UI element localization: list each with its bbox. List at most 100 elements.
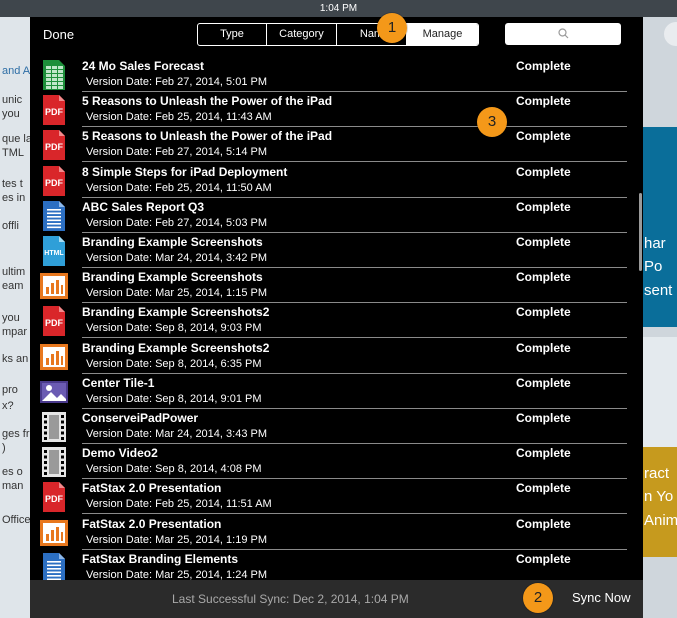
background-right-text: har — [644, 235, 666, 252]
document-version-date: Version Date: Mar 25, 2014, 1:19 PM — [86, 533, 267, 546]
background-left-text: ges fr — [2, 428, 30, 440]
presentation-file-icon — [39, 271, 69, 301]
document-status: Complete — [516, 94, 571, 109]
pdf-file-icon: PDF — [39, 482, 69, 513]
document-row[interactable]: FatStax 2.0 Presentation Version Date: Ma… — [30, 515, 643, 550]
background-left-text: ultim — [2, 266, 26, 278]
document-title: ConserveiPadPower — [82, 411, 199, 425]
document-row[interactable]: Demo Video2 Version Date: Sep 8, 2014, 4:… — [30, 444, 643, 480]
document-status: Complete — [516, 235, 571, 249]
document-row[interactable]: PDF 5 Reasons to Unleash the Power of the… — [30, 127, 643, 163]
background-left-text: eam — [2, 280, 24, 292]
pdf-file-icon: PDF — [39, 165, 69, 196]
search-icon — [557, 28, 568, 39]
background-right-text: sent — [644, 282, 673, 299]
document-version-date: Version Date: Mar 24, 2014, 3:42 PM — [86, 252, 267, 264]
sync-now-button[interactable]: Sync Now — [572, 590, 631, 605]
done-button[interactable]: Done — [43, 27, 74, 42]
document-title: Center Tile-1 — [82, 375, 155, 390]
background-left-text: unic — [2, 94, 23, 106]
video-file-icon — [39, 412, 69, 442]
document-version-date: Version Date: Sep 8, 2014, 9:01 PM — [86, 392, 262, 405]
document-status: Complete — [516, 516, 571, 531]
document-status: Complete — [516, 199, 571, 214]
document-status: Complete — [516, 59, 571, 73]
background-left-text: pro — [2, 384, 18, 396]
doc-file-icon — [39, 552, 69, 583]
document-row[interactable]: ABC Sales Report Q3 Version Date: Feb 27,… — [30, 198, 643, 233]
document-row[interactable]: 24 Mo Sales Forecast Version Date: Feb 27… — [30, 57, 643, 92]
background-right-text: Po — [644, 258, 663, 275]
document-version-date: Version Date: Feb 27, 2014, 5:14 PM — [86, 146, 268, 159]
document-row[interactable]: Center Tile-1 Version Date: Sep 8, 2014, … — [30, 374, 643, 409]
video-file-icon — [39, 447, 69, 478]
document-version-date: Version Date: Sep 8, 2014, 4:08 PM — [86, 463, 262, 476]
document-row[interactable]: PDF Branding Example Screenshots2 Version … — [30, 303, 643, 339]
document-title: 5 Reasons to Unleash the Power of the iP… — [82, 94, 333, 109]
document-title: FatStax 2.0 Presentation — [82, 516, 222, 531]
document-version-date: Version Date: Mar 25, 2014, 1:24 PM — [86, 568, 267, 581]
document-row[interactable]: Branding Example Screenshots2 Version Dat… — [30, 339, 643, 374]
svg-text:PDF: PDF — [45, 494, 64, 504]
image-file-icon — [39, 377, 69, 407]
document-row[interactable]: HTML Branding Example Screenshots Version … — [30, 233, 643, 268]
tab-manage[interactable]: Manage — [407, 24, 478, 45]
search-input[interactable] — [505, 23, 621, 45]
document-title: Branding Example Screenshots2 — [82, 305, 270, 320]
document-version-date: Version Date: Feb 25, 2014, 11:50 AM — [86, 181, 272, 194]
document-version-date: Version Date: Mar 24, 2014, 3:43 PM — [86, 428, 267, 440]
spreadsheet-file-icon — [39, 60, 69, 90]
background-left-text: es o — [2, 466, 23, 478]
document-row[interactable]: PDF 5 Reasons to Unleash the Power of the… — [30, 92, 643, 128]
pdf-file-icon: PDF — [39, 95, 69, 126]
background-left-text: you — [2, 312, 20, 324]
document-row[interactable]: ConserveiPadPower Version Date: Mar 24, 2… — [30, 409, 643, 444]
document-title: Branding Example Screenshots — [82, 270, 263, 285]
background-photo-area — [643, 337, 677, 447]
background-left-text: es in — [2, 192, 26, 204]
callout-3: 3 — [477, 107, 507, 137]
document-version-date: Version Date: Feb 27, 2014, 5:01 PM — [86, 76, 268, 88]
svg-text:PDF: PDF — [45, 178, 64, 188]
document-version-date: Version Date: Sep 8, 2014, 9:03 PM — [86, 322, 262, 335]
scrollbar[interactable] — [639, 193, 642, 271]
last-sync-status: Last Successful Sync: Dec 2, 2014, 1:04 … — [172, 592, 409, 606]
background-left-text: man — [2, 480, 24, 492]
document-row[interactable]: PDF 8 Simple Steps for iPad Deployment Ver… — [30, 163, 643, 198]
presentation-file-icon — [39, 518, 69, 548]
document-title: Branding Example Screenshots — [82, 235, 263, 249]
document-status: Complete — [516, 340, 571, 355]
document-status: Complete — [516, 375, 571, 390]
document-version-date: Version Date: Sep 8, 2014, 6:35 PM — [86, 357, 262, 370]
document-status: Complete — [516, 446, 571, 461]
tab-category[interactable]: Category — [267, 24, 337, 45]
document-title: FatStax Branding Elements — [82, 551, 239, 566]
background-left-text: offli — [2, 220, 19, 232]
document-title: 8 Simple Steps for iPad Deployment — [82, 164, 288, 179]
document-status: Complete — [516, 164, 571, 179]
document-status: Complete — [516, 129, 571, 144]
svg-text:PDF: PDF — [45, 318, 64, 328]
document-status: Complete — [516, 551, 571, 566]
svg-text:HTML: HTML — [44, 250, 64, 257]
presentation-file-icon — [39, 342, 69, 372]
document-row[interactable]: Branding Example Screenshots Version Date… — [30, 268, 643, 304]
document-status: Complete — [516, 270, 571, 285]
document-title: 24 Mo Sales Forecast — [82, 59, 205, 73]
document-title: FatStax 2.0 Presentation — [82, 481, 222, 496]
background-left-text: que la — [2, 133, 30, 145]
background-left-text: and Al — [2, 65, 30, 77]
document-row[interactable]: PDF FatStax 2.0 Presentation Version Date:… — [30, 479, 643, 515]
background-left-text: ) — [2, 442, 6, 454]
status-time: 1:04 PM — [319, 3, 358, 14]
background-left-text: you — [2, 108, 20, 120]
background-right-text: Anim — [644, 512, 677, 529]
document-status: Complete — [516, 481, 571, 496]
background-left-text: mpar — [2, 326, 28, 338]
document-title: Branding Example Screenshots2 — [82, 340, 270, 355]
document-version-date: Version Date: Feb 25, 2014, 11:51 AM — [86, 498, 272, 511]
document-status: Complete — [516, 411, 571, 425]
background-right-text: n Yo — [644, 488, 674, 505]
tab-type[interactable]: Type — [198, 24, 267, 45]
svg-text:PDF: PDF — [45, 107, 64, 117]
